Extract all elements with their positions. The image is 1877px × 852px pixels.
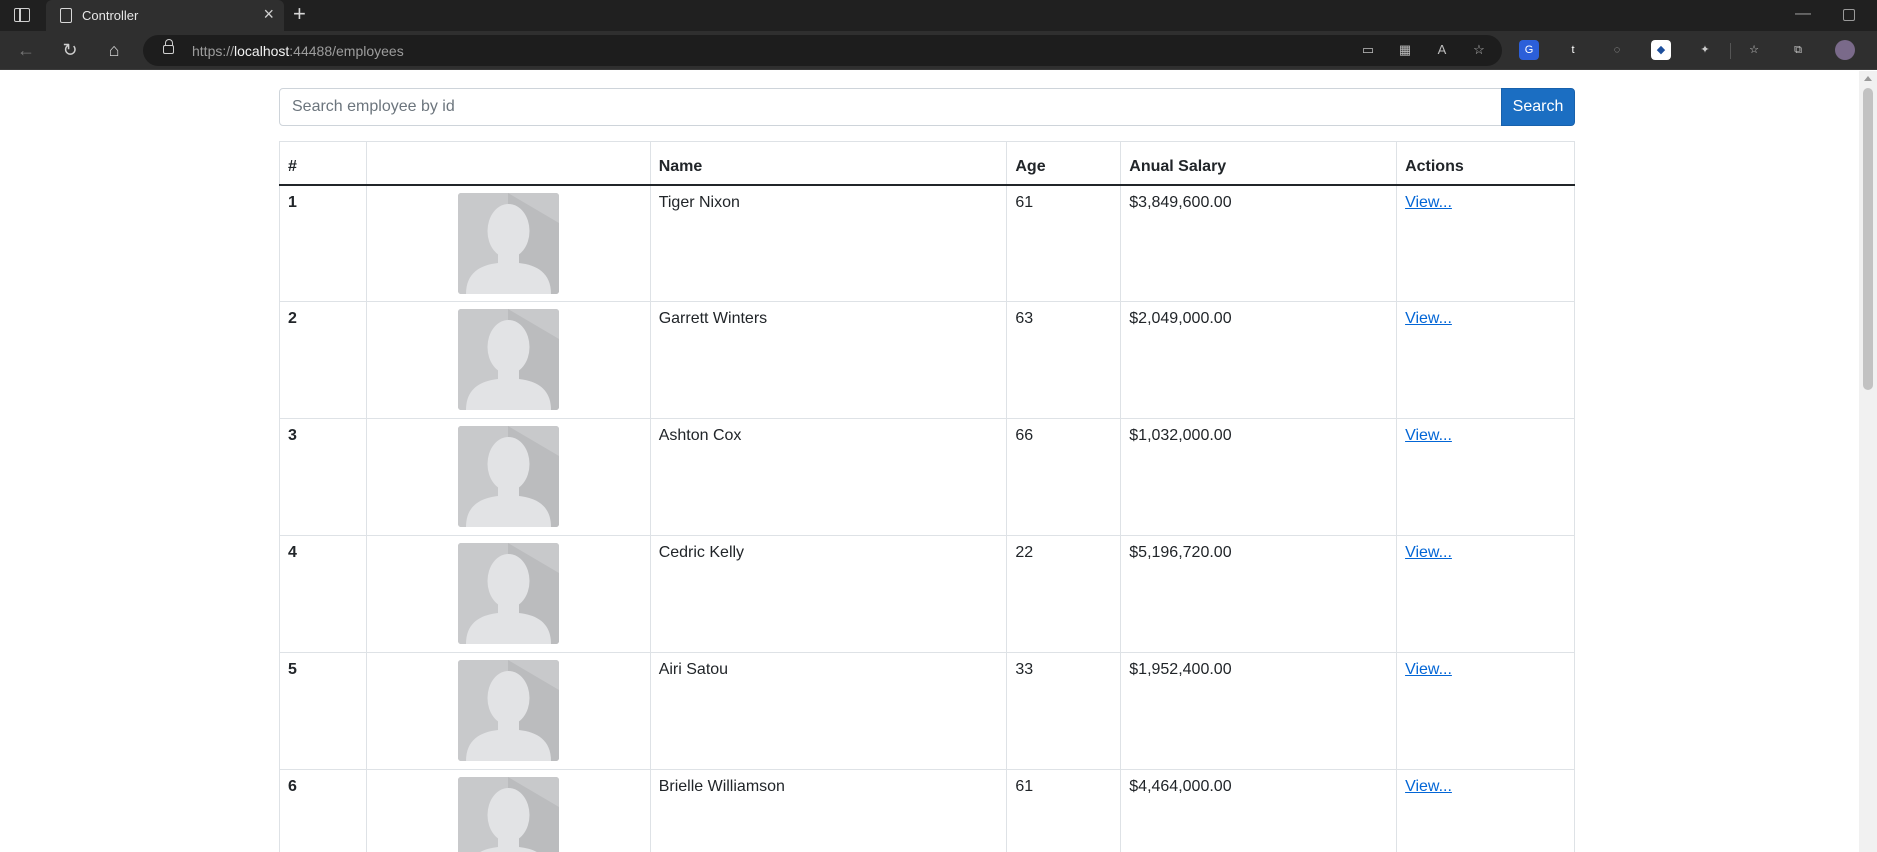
tab-title: Controller bbox=[82, 8, 139, 23]
page-icon bbox=[60, 8, 72, 23]
employee-name: Cedric Kelly bbox=[649, 535, 1008, 653]
col-header-actions: Actions bbox=[1396, 141, 1575, 186]
employee-age: 61 bbox=[1006, 769, 1122, 852]
page-content: Search # Name Age Anual Salary Actions 1 bbox=[0, 71, 1861, 852]
view-employee-link[interactable]: View... bbox=[1405, 427, 1452, 444]
lock-icon[interactable] bbox=[163, 39, 174, 54]
minimize-icon[interactable]: — bbox=[1795, 5, 1811, 23]
collections-icon[interactable]: ⧉ bbox=[1788, 40, 1808, 60]
actions-cell: View... bbox=[1396, 418, 1575, 536]
employee-salary: $1,952,400.00 bbox=[1120, 652, 1398, 770]
browser-toolbar: ← ↻ ⌂ https://localhost:44488/employees … bbox=[0, 31, 1877, 70]
view-employee-link[interactable]: View... bbox=[1405, 194, 1452, 211]
home-icon[interactable]: ⌂ bbox=[103, 39, 125, 61]
employee-name: Garrett Winters bbox=[649, 301, 1008, 419]
restore-icon[interactable] bbox=[1843, 9, 1855, 21]
employee-age: 66 bbox=[1006, 418, 1122, 536]
table-row: 6 Brielle Williamson 61 $4,464,000.00 Vi… bbox=[279, 769, 1575, 852]
new-tab-icon[interactable]: + bbox=[293, 3, 306, 25]
app-available-icon[interactable]: ▭ bbox=[1360, 43, 1376, 57]
col-header-photo bbox=[365, 141, 651, 186]
t-extension-icon[interactable]: t bbox=[1563, 40, 1583, 60]
employee-salary: $2,049,000.00 bbox=[1120, 301, 1398, 419]
view-employee-link[interactable]: View... bbox=[1405, 661, 1452, 678]
employee-salary: $3,849,600.00 bbox=[1120, 184, 1398, 302]
tab-actions-icon[interactable] bbox=[14, 8, 30, 22]
translate-extension-icon[interactable]: G bbox=[1519, 40, 1539, 60]
toolbar-divider bbox=[1730, 43, 1731, 59]
browser-tab[interactable]: Controller × bbox=[46, 0, 284, 31]
profile-avatar-icon[interactable] bbox=[1835, 40, 1855, 60]
row-index: 6 bbox=[279, 769, 367, 852]
col-header-age: Age bbox=[1006, 141, 1122, 186]
row-index: 4 bbox=[279, 535, 367, 653]
employee-name: Tiger Nixon bbox=[649, 184, 1008, 302]
col-header-salary: Anual Salary bbox=[1120, 141, 1398, 186]
table-row: 5 Airi Satou 33 $1,952,400.00 View... bbox=[279, 652, 1575, 770]
avatar-cell bbox=[365, 769, 651, 852]
default-user-avatar-icon bbox=[457, 543, 559, 644]
employee-name: Airi Satou bbox=[649, 652, 1008, 770]
actions-cell: View... bbox=[1396, 301, 1575, 419]
default-user-avatar-icon bbox=[457, 192, 559, 294]
view-employee-link[interactable]: View... bbox=[1405, 778, 1452, 795]
avatar-cell bbox=[365, 184, 651, 302]
scroll-thumb[interactable] bbox=[1863, 88, 1873, 390]
reload-icon[interactable]: ↻ bbox=[59, 39, 81, 61]
table-row: 3 Ashton Cox 66 $1,032,000.00 View... bbox=[279, 418, 1575, 536]
default-user-avatar-icon bbox=[457, 309, 559, 410]
table-row: 4 Cedric Kelly 22 $5,196,720.00 View... bbox=[279, 535, 1575, 653]
actions-cell: View... bbox=[1396, 184, 1575, 302]
employee-age: 61 bbox=[1006, 184, 1122, 302]
default-user-avatar-icon bbox=[457, 660, 559, 761]
url-text[interactable]: https://localhost:44488/employees bbox=[192, 43, 404, 59]
default-user-avatar-icon bbox=[457, 777, 559, 852]
table-row: 1 Tiger Nixon 61 $3,849,600.00 View... bbox=[279, 184, 1575, 302]
col-header-index: # bbox=[279, 141, 367, 186]
actions-cell: View... bbox=[1396, 769, 1575, 852]
search-input[interactable] bbox=[279, 88, 1503, 126]
row-index: 2 bbox=[279, 301, 367, 419]
employee-salary: $4,464,000.00 bbox=[1120, 769, 1398, 852]
employee-age: 63 bbox=[1006, 301, 1122, 419]
back-icon[interactable]: ← bbox=[15, 39, 37, 61]
avatar-cell bbox=[365, 535, 651, 653]
actions-cell: View... bbox=[1396, 535, 1575, 653]
actions-cell: View... bbox=[1396, 652, 1575, 770]
employees-table: # Name Age Anual Salary Actions 1 Tiger … bbox=[279, 141, 1575, 852]
scroll-up-arrow-icon[interactable] bbox=[1864, 76, 1872, 81]
avatar-cell bbox=[365, 418, 651, 536]
close-tab-icon[interactable]: × bbox=[263, 5, 274, 23]
browser-tab-bar: Controller × + — bbox=[0, 0, 1877, 31]
vertical-scrollbar[interactable] bbox=[1859, 71, 1877, 852]
qr-code-icon[interactable]: ▦ bbox=[1397, 43, 1413, 57]
search-row: Search bbox=[279, 88, 1575, 126]
employee-name: Brielle Williamson bbox=[649, 769, 1008, 852]
col-header-name: Name bbox=[649, 141, 1008, 186]
sync-extension-icon[interactable]: ◌ bbox=[1607, 40, 1627, 60]
table-row: 2 Garrett Winters 63 $2,049,000.00 View.… bbox=[279, 301, 1575, 419]
table-header-row: # Name Age Anual Salary Actions bbox=[279, 141, 1575, 186]
search-button[interactable]: Search bbox=[1501, 88, 1575, 126]
default-user-avatar-icon bbox=[457, 426, 559, 527]
extensions-icon[interactable]: ✦ bbox=[1695, 40, 1715, 60]
view-employee-link[interactable]: View... bbox=[1405, 310, 1452, 327]
employee-age: 22 bbox=[1006, 535, 1122, 653]
employee-salary: $5,196,720.00 bbox=[1120, 535, 1398, 653]
avatar-cell bbox=[365, 301, 651, 419]
employee-salary: $1,032,000.00 bbox=[1120, 418, 1398, 536]
shield-extension-icon[interactable]: ◆ bbox=[1651, 40, 1671, 60]
add-favorite-icon[interactable]: ☆ bbox=[1471, 43, 1487, 57]
view-employee-link[interactable]: View... bbox=[1405, 544, 1452, 561]
employee-name: Ashton Cox bbox=[649, 418, 1008, 536]
favorites-icon[interactable]: ☆ bbox=[1744, 40, 1764, 60]
avatar-cell bbox=[365, 652, 651, 770]
row-index: 1 bbox=[279, 184, 367, 302]
read-aloud-icon[interactable]: A bbox=[1434, 43, 1450, 57]
employee-age: 33 bbox=[1006, 652, 1122, 770]
row-index: 3 bbox=[279, 418, 367, 536]
address-bar[interactable]: https://localhost:44488/employees ▭ ▦ A … bbox=[143, 35, 1502, 66]
row-index: 5 bbox=[279, 652, 367, 770]
